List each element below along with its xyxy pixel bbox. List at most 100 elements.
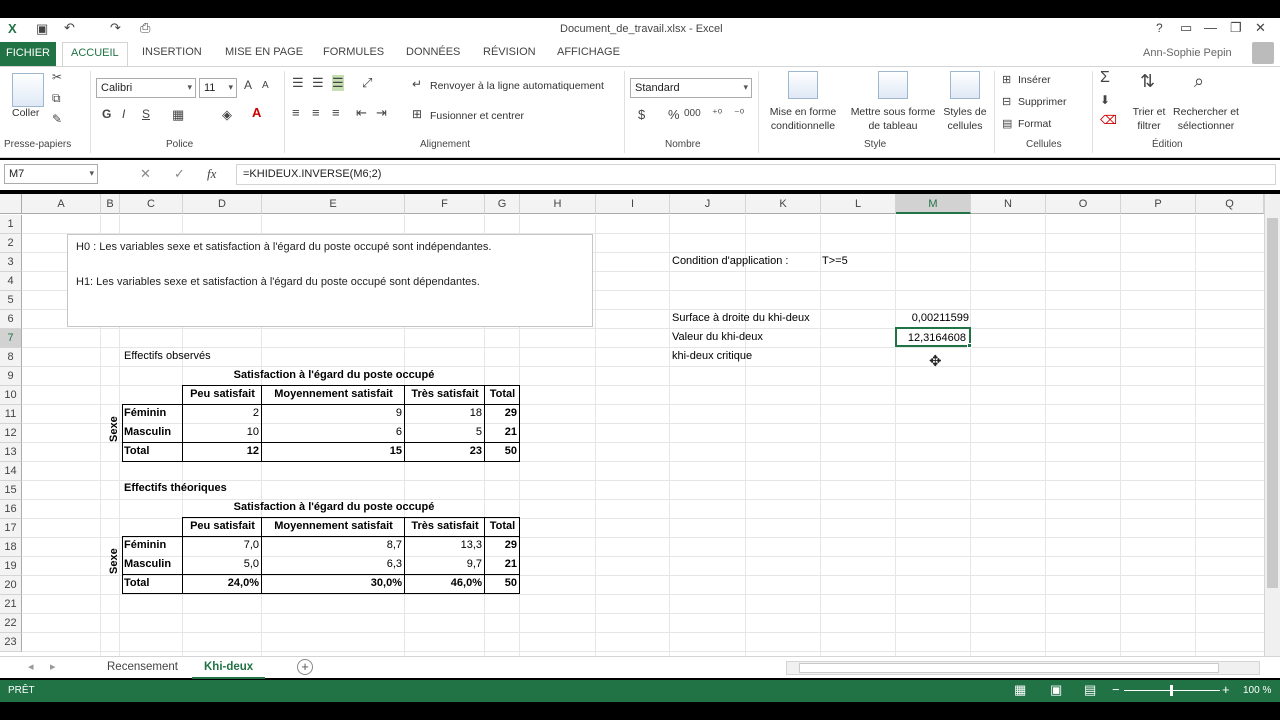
align-bottom-icon[interactable]: ☰: [332, 75, 344, 91]
sort-filter-icon[interactable]: ⇅: [1140, 71, 1155, 92]
insert-function-button[interactable]: fx: [207, 166, 216, 182]
table-row-label[interactable]: Total: [124, 574, 149, 593]
font-name-select[interactable]: Calibri: [96, 78, 196, 98]
conditional-format-button[interactable]: Mise en forme conditionnelle: [763, 105, 843, 133]
column-header[interactable]: D: [183, 194, 262, 214]
clear-icon[interactable]: ⌫: [1100, 113, 1117, 127]
ribbon-display-icon[interactable]: ▭: [1180, 20, 1192, 36]
wrap-text-button[interactable]: Renvoyer à la ligne automatiquement: [430, 80, 604, 92]
avatar[interactable]: [1252, 42, 1274, 64]
increase-decimal-icon[interactable]: ⁺⁰: [712, 107, 722, 120]
table-cell[interactable]: 50: [485, 574, 520, 593]
zoom-out-icon[interactable]: −: [1112, 682, 1120, 697]
cell-styles-button[interactable]: Styles de cellules: [940, 105, 990, 133]
column-header[interactable]: C: [120, 194, 183, 214]
find-select-button[interactable]: Rechercher et sélectionner: [1170, 105, 1242, 133]
minimize-icon[interactable]: —: [1204, 20, 1217, 35]
column-header[interactable]: E: [262, 194, 405, 214]
number-format-select[interactable]: Standard: [630, 78, 752, 98]
insert-cells-icon[interactable]: ⊞: [1002, 73, 1011, 86]
row-header[interactable]: 1: [0, 215, 22, 234]
column-header[interactable]: G: [485, 194, 520, 214]
column-header[interactable]: A: [22, 194, 101, 214]
name-box[interactable]: M7: [4, 164, 98, 184]
table-cell[interactable]: 8,7: [262, 536, 405, 555]
table-cell[interactable]: 9: [262, 404, 405, 423]
table-col-header[interactable]: Moyennement satisfait: [262, 385, 405, 404]
row-header[interactable]: 20: [0, 576, 22, 595]
close-icon[interactable]: ✕: [1255, 20, 1266, 36]
table-cell[interactable]: 12: [183, 442, 262, 461]
merge-icon[interactable]: ⊞: [412, 107, 422, 121]
sort-filter-button[interactable]: Trier et filtrer: [1128, 105, 1170, 133]
format-as-table-icon[interactable]: [878, 71, 908, 99]
italic-button[interactable]: I: [122, 107, 125, 121]
align-right-icon[interactable]: ≡: [332, 105, 340, 120]
align-center-icon[interactable]: ≡: [312, 105, 320, 120]
table-row-label[interactable]: Féminin: [124, 536, 166, 555]
thousands-button[interactable]: 000: [684, 108, 701, 119]
cell-styles-icon[interactable]: [950, 71, 980, 99]
fill-handle[interactable]: [967, 343, 972, 348]
fill-color-icon[interactable]: ◈: [222, 107, 232, 123]
decrease-decimal-icon[interactable]: ⁻⁰: [734, 107, 744, 120]
row-header[interactable]: 15: [0, 481, 22, 500]
table-col-header[interactable]: Très satisfait: [405, 517, 485, 536]
wrap-text-icon[interactable]: ↵: [412, 77, 422, 91]
table-col-header[interactable]: Total: [485, 517, 520, 536]
column-header[interactable]: I: [596, 194, 670, 214]
table-col-header[interactable]: Peu satisfait: [183, 517, 262, 536]
hypotheses-textbox[interactable]: H0 : Les variables sexe et satisfaction …: [67, 234, 593, 327]
undo-icon[interactable]: ↶: [64, 20, 75, 36]
table-cell[interactable]: 6,3: [262, 555, 405, 574]
save-icon[interactable]: ▣: [36, 21, 48, 37]
row-header[interactable]: 22: [0, 614, 22, 633]
table-col-header[interactable]: Total: [485, 385, 520, 404]
table-cell[interactable]: 9,7: [405, 555, 485, 574]
table-cell[interactable]: 21: [485, 555, 520, 574]
zoom-in-icon[interactable]: +: [1222, 682, 1230, 697]
format-cells-icon[interactable]: ▤: [1002, 117, 1012, 130]
conditional-format-icon[interactable]: [788, 71, 818, 99]
sheet-tab-recensement[interactable]: Recensement: [95, 657, 190, 679]
row-header[interactable]: 17: [0, 519, 22, 538]
borders-icon[interactable]: ▦: [172, 107, 184, 123]
column-header[interactable]: N: [971, 194, 1046, 214]
print-preview-icon[interactable]: ⎙: [140, 20, 150, 36]
table-cell[interactable]: 29: [485, 404, 520, 423]
table-cell[interactable]: 46,0%: [405, 574, 485, 593]
font-size-select[interactable]: 11: [199, 78, 237, 98]
table-cell[interactable]: 18: [405, 404, 485, 423]
percent-button[interactable]: %: [668, 107, 680, 122]
column-header[interactable]: O: [1046, 194, 1121, 214]
row-header[interactable]: 8: [0, 348, 22, 367]
redo-icon[interactable]: ↷: [110, 20, 121, 36]
grow-font-button[interactable]: A: [244, 78, 252, 92]
increase-indent-icon[interactable]: ⇥: [376, 105, 387, 121]
tab-revision[interactable]: RÉVISION: [483, 46, 536, 58]
column-header[interactable]: B: [101, 194, 120, 214]
restore-icon[interactable]: ❐: [1230, 20, 1242, 36]
surface-value[interactable]: 0,00211599: [896, 309, 972, 328]
row-header[interactable]: 7: [0, 329, 22, 348]
table-cell[interactable]: 13,3: [405, 536, 485, 555]
prev-sheet-icon[interactable]: ◂: [28, 660, 34, 673]
row-header[interactable]: 2: [0, 234, 22, 253]
find-select-icon[interactable]: ⌕: [1194, 71, 1204, 92]
orientation-icon[interactable]: ⤢: [362, 75, 372, 91]
vertical-scroll-thumb[interactable]: [1267, 218, 1278, 588]
paste-icon[interactable]: [12, 73, 44, 107]
paste-button[interactable]: Coller: [12, 107, 39, 119]
user-name[interactable]: Ann-Sophie Pepin: [1143, 47, 1232, 59]
row-header[interactable]: 5: [0, 291, 22, 310]
cut-icon[interactable]: ✂: [52, 70, 62, 84]
merge-center-button[interactable]: Fusionner et centrer: [430, 110, 524, 122]
table-cell[interactable]: 21: [485, 423, 520, 442]
table-cell[interactable]: 7,0: [183, 536, 262, 555]
tab-formules[interactable]: FORMULES: [323, 46, 384, 58]
tab-accueil[interactable]: ACCUEIL: [62, 42, 128, 67]
insert-cells-button[interactable]: Insérer: [1018, 74, 1051, 86]
font-color-icon[interactable]: A: [252, 105, 261, 120]
column-header[interactable]: H: [520, 194, 596, 214]
table-cell[interactable]: 29: [485, 536, 520, 555]
